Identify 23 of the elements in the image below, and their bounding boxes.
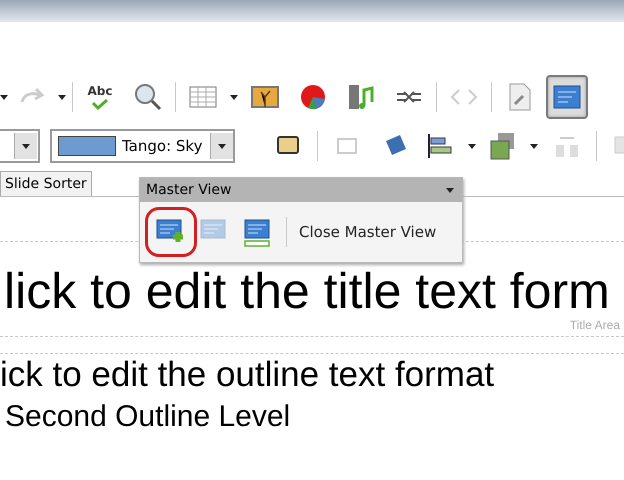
- pie-chart-icon: [298, 82, 328, 112]
- title-placeholder-text: lick to edit the title text form: [3, 264, 611, 318]
- outline-level-text: Second Outline Level: [4, 400, 292, 434]
- magnifier-icon: [133, 82, 163, 112]
- toolbar-title: Master View: [146, 182, 232, 198]
- dropdown-caret-icon[interactable]: [22, 144, 30, 148]
- spellcheck-label: Abc: [88, 84, 112, 98]
- dropdown-caret-icon[interactable]: [530, 144, 538, 148]
- area-label: Title Area: [570, 318, 620, 332]
- dropdown-caret-icon[interactable]: [58, 94, 66, 100]
- spellcheck-button[interactable]: Abc: [79, 75, 121, 119]
- fill-color-combo-box[interactable]: Tango: Sky: [50, 129, 235, 163]
- checkmark-icon: [91, 98, 109, 110]
- view-tab[interactable]: Slide Sorter: [0, 171, 92, 196]
- dropdown-caret-icon[interactable]: [468, 144, 476, 148]
- dropdown-caret-icon[interactable]: [218, 144, 226, 148]
- outline-placeholder-text: ick to edit the outline text format: [0, 356, 496, 394]
- menu-caret-icon[interactable]: [446, 188, 454, 192]
- dropdown-caret-icon[interactable]: [0, 94, 8, 100]
- close-master-view-button[interactable]: Close Master View: [299, 223, 436, 241]
- dropdown-caret-icon[interactable]: [230, 94, 238, 100]
- color-name: Tango: Sky: [122, 137, 204, 155]
- master-view-button[interactable]: [546, 75, 588, 119]
